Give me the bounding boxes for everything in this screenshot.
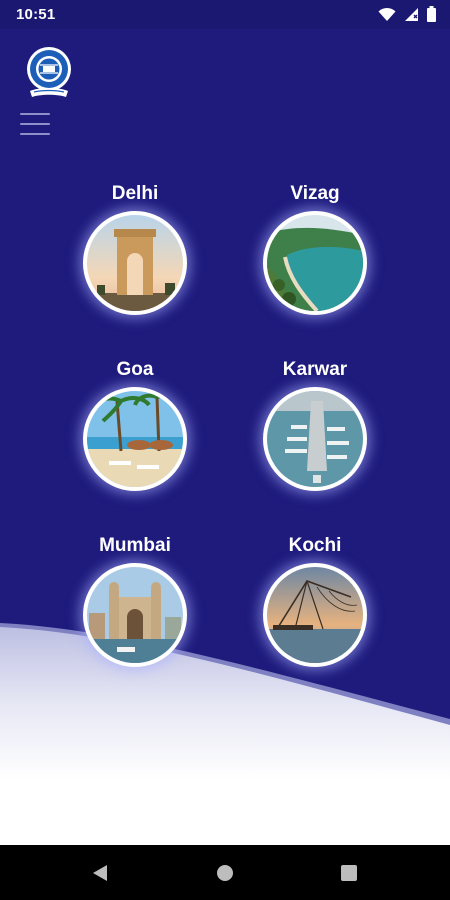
city-label: Delhi xyxy=(111,183,159,204)
cellular-signal-icon xyxy=(405,7,418,21)
city-card-goa[interactable]: Goa xyxy=(65,359,205,491)
goa-beach-umbrellas-photo xyxy=(83,387,187,491)
status-bar: 10:51 xyxy=(0,0,450,29)
karwar-naval-harbour-photo xyxy=(263,387,367,491)
app-screen: Delhi Vizag Goa Karwar Mumbai Kochi xyxy=(0,29,450,845)
home-circle-icon xyxy=(217,864,233,881)
menu-line xyxy=(20,133,50,135)
hamburger-menu-button[interactable] xyxy=(20,111,50,135)
menu-line xyxy=(20,123,50,125)
city-label: Vizag xyxy=(290,183,340,204)
home-button[interactable] xyxy=(195,845,255,900)
city-card-mumbai[interactable]: Mumbai xyxy=(65,535,205,667)
recents-square-icon xyxy=(341,864,357,881)
city-label: Karwar xyxy=(282,359,348,380)
city-card-karwar[interactable]: Karwar xyxy=(245,359,385,491)
kochi-fishing-nets-photo xyxy=(263,563,367,667)
city-card-kochi[interactable]: Kochi xyxy=(245,535,385,667)
recents-button[interactable] xyxy=(319,845,379,900)
back-triangle-icon xyxy=(93,864,107,881)
city-label: Goa xyxy=(116,359,154,380)
india-gate-photo xyxy=(83,211,187,315)
city-card-delhi[interactable]: Delhi xyxy=(65,183,205,315)
gateway-of-india-photo xyxy=(83,563,187,667)
wifi-icon xyxy=(378,7,396,21)
menu-line xyxy=(20,113,50,115)
city-label: Kochi xyxy=(288,535,342,556)
system-navigation-bar xyxy=(0,845,450,900)
city-card-vizag[interactable]: Vizag xyxy=(245,183,385,315)
back-button[interactable] xyxy=(70,845,130,900)
status-time: 10:51 xyxy=(16,6,56,23)
battery-icon xyxy=(427,6,436,22)
vizag-coastline-photo xyxy=(263,211,367,315)
coast-guard-emblem-icon xyxy=(27,47,71,97)
status-icons xyxy=(378,6,436,22)
city-label: Mumbai xyxy=(99,535,171,556)
